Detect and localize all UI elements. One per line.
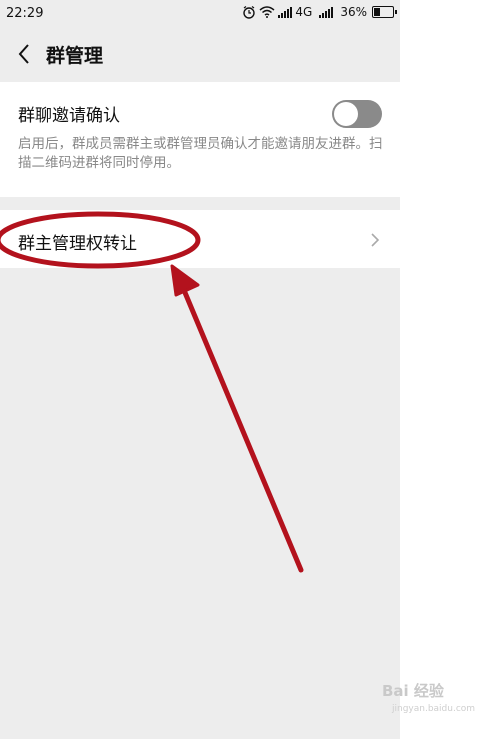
page-title: 群管理 — [46, 45, 104, 67]
alarm-icon — [243, 6, 256, 19]
back-button[interactable] — [10, 40, 38, 68]
wifi-icon — [259, 6, 275, 18]
invite-confirm-toggle[interactable] — [332, 100, 382, 128]
invite-confirm-section: 群聊邀请确认 启用后，群成员需群主或群管理员确认才能邀请朋友进群。扫描二维码进群… — [0, 82, 400, 197]
watermark-url: jingyan.baidu.com — [392, 704, 476, 714]
network-type: 4G — [295, 5, 313, 19]
transfer-ownership-item[interactable]: 群主管理权转让 — [0, 210, 400, 268]
battery-fill — [374, 8, 380, 16]
chevron-right-icon — [371, 233, 380, 247]
invite-confirm-description: 启用后，群成员需群主或群管理员确认才能邀请朋友进群。扫描二维码进群将同时停用。 — [18, 136, 383, 171]
transfer-ownership-label: 群主管理权转让 — [18, 234, 137, 254]
invite-confirm-label: 群聊邀请确认 — [18, 106, 120, 126]
phone-screen: 22:29 4G 36% 群管理 群聊邀请确认 启用后，群成员需群主或群管理员确… — [0, 0, 400, 739]
signal-bars-2-icon — [319, 6, 334, 18]
battery-icon — [372, 6, 397, 18]
battery-percent: 36% — [340, 5, 367, 19]
signal-bars-icon — [278, 6, 293, 18]
chevron-left-icon — [18, 44, 29, 64]
toggle-knob — [334, 102, 358, 126]
status-icons: 4G 36% — [242, 5, 397, 19]
nav-bar: 群管理 — [0, 28, 400, 80]
status-bar: 22:29 4G 36% — [0, 0, 400, 28]
status-time: 22:29 — [6, 6, 44, 21]
watermark-logo: Bai 经验 — [382, 682, 444, 700]
